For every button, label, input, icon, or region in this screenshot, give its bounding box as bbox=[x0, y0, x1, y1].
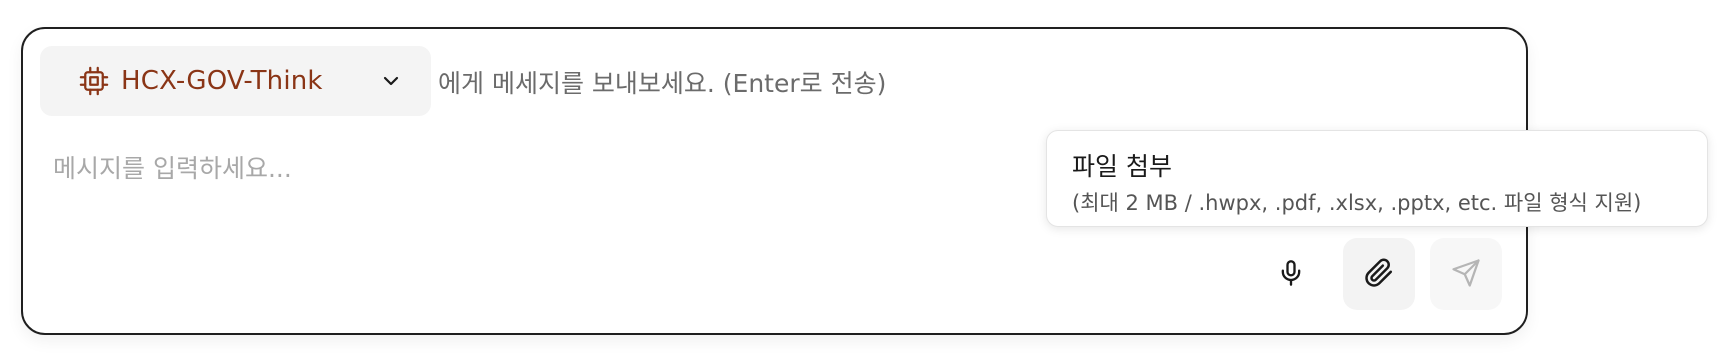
send-icon bbox=[1451, 258, 1481, 291]
send-button[interactable] bbox=[1430, 238, 1502, 310]
tooltip-title: 파일 첨부 bbox=[1072, 152, 1172, 181]
chevron-down-icon bbox=[379, 69, 403, 93]
tooltip-description: (최대 2 MB / .hwpx, .pdf, .xlsx, .pptx, et… bbox=[1072, 191, 1642, 215]
attach-file-button[interactable] bbox=[1343, 238, 1415, 310]
model-name: HCX-GOV-Think bbox=[121, 66, 323, 96]
message-input[interactable] bbox=[53, 149, 1033, 269]
model-selector-dropdown[interactable]: HCX-GOV-Think bbox=[40, 46, 431, 116]
voice-input-button[interactable] bbox=[1255, 238, 1327, 310]
send-hint: 에게 메세지를 보내보세요. (Enter로 전송) bbox=[438, 69, 887, 98]
microphone-icon bbox=[1277, 259, 1305, 290]
attach-file-tooltip: 파일 첨부 (최대 2 MB / .hwpx, .pdf, .xlsx, .pp… bbox=[1046, 130, 1708, 227]
paperclip-icon bbox=[1364, 258, 1394, 291]
cpu-chip-icon bbox=[79, 66, 109, 96]
